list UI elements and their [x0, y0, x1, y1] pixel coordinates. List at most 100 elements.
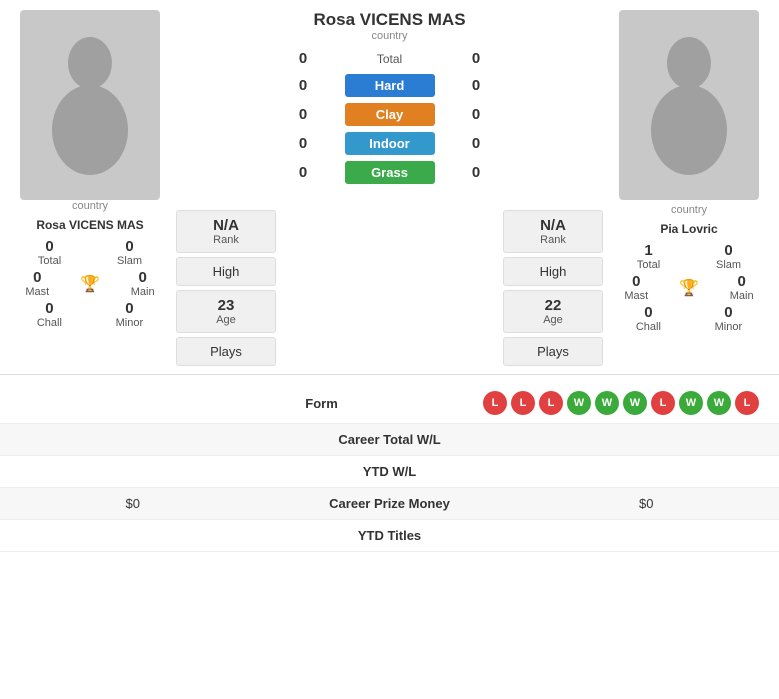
player1-card: country Rosa VICENS MAS 0 Total 0 Slam 0 …	[10, 10, 170, 329]
career-total-row: Career Total W/L	[0, 424, 779, 456]
player1-main-lbl: Main	[131, 286, 155, 298]
player2-mast-val: 0	[624, 273, 648, 290]
indoor-score-left: 0	[288, 135, 318, 152]
clay-surface-btn: Clay	[345, 103, 435, 126]
career-prize-label: Career Prize Money	[160, 496, 619, 511]
player2-trophy-icon: 🏆	[679, 278, 699, 298]
player1-career-prize: $0	[20, 496, 160, 511]
hard-surface-btn: Hard	[345, 74, 435, 97]
player2-age-box: 22 Age	[503, 290, 603, 333]
player1-total-stat: 0 Total	[38, 238, 61, 267]
form-badge-w: W	[707, 391, 731, 415]
total-score-right: 0	[461, 50, 491, 67]
player1-name-top: Rosa VICENS MAS	[313, 10, 465, 30]
player1-chall-val: 0	[37, 300, 62, 317]
player1-age-box: 23 Age	[176, 290, 276, 333]
player1-name-below: Rosa VICENS MAS	[36, 218, 143, 232]
player2-slam-stat: 0 Slam	[716, 242, 741, 271]
player1-age-lbl: Age	[185, 314, 267, 326]
ytd-titles-row: YTD Titles	[0, 520, 779, 552]
form-badge-w: W	[679, 391, 703, 415]
player2-chall-val: 0	[636, 304, 661, 321]
form-badge-w: W	[595, 391, 619, 415]
player2-rank-val: N/A	[512, 217, 594, 234]
player1-level-box: High	[176, 257, 276, 286]
player2-age-lbl: Age	[512, 314, 594, 326]
form-badge-w: W	[567, 391, 591, 415]
center-column: Rosa VICENS MAS country 0 Total 0 0 Hard…	[282, 10, 497, 187]
player2-total-val: 1	[637, 242, 660, 259]
player2-mast-stat: 0 Mast	[624, 273, 648, 302]
player1-main-val: 0	[131, 269, 155, 286]
player1-level-val: High	[213, 264, 240, 279]
player1-rank-lbl: Rank	[185, 234, 267, 246]
player2-name-below: Pia Lovric	[660, 222, 717, 236]
player2-level-val: High	[540, 264, 567, 279]
total-score-left: 0	[288, 50, 318, 67]
player2-chall-stat: 0 Chall	[636, 304, 661, 333]
player1-chall-lbl: Chall	[37, 317, 62, 329]
player1-slam-val: 0	[117, 238, 142, 255]
player2-slam-val: 0	[716, 242, 741, 259]
hard-score-left: 0	[288, 77, 318, 94]
player1-main-stat: 0 Main	[131, 269, 155, 298]
player2-rank-box: N/A Rank	[503, 210, 603, 253]
player2-main-stat: 0 Main	[730, 273, 754, 302]
player1-name-top-area: Rosa VICENS MAS country	[282, 10, 497, 42]
player2-country: country	[671, 204, 707, 216]
player1-rank-val: N/A	[185, 217, 267, 234]
player1-slam-lbl: Slam	[117, 255, 142, 267]
player1-trophy-icon: 🏆	[80, 274, 100, 294]
player1-mast-stat: 0 Mast	[25, 269, 49, 298]
form-badge-l: L	[511, 391, 535, 415]
grass-score-left: 0	[288, 164, 318, 181]
grass-surface-btn: Grass	[345, 161, 435, 184]
player1-chall-stat: 0 Chall	[37, 300, 62, 329]
player2-total-lbl: Total	[637, 259, 660, 271]
career-total-label: Career Total W/L	[160, 432, 619, 447]
player1-total-val: 0	[38, 238, 61, 255]
form-badge-l: L	[651, 391, 675, 415]
player2-slam-lbl: Slam	[716, 259, 741, 271]
grass-score-right: 0	[461, 164, 491, 181]
player1-country: country	[72, 200, 108, 212]
form-row: Form LLLWWWLWWL	[0, 383, 779, 424]
player1-plays-box: Plays	[176, 337, 276, 366]
player1-minor-stat: 0 Minor	[116, 300, 144, 329]
player1-mast-lbl: Mast	[25, 286, 49, 298]
ytd-wl-row: YTD W/L	[0, 456, 779, 488]
ytd-titles-label: YTD Titles	[160, 528, 619, 543]
form-badge-l: L	[483, 391, 507, 415]
player2-info-col: N/A Rank High 22 Age Plays	[503, 210, 603, 366]
player2-minor-val: 0	[715, 304, 743, 321]
player2-minor-lbl: Minor	[715, 321, 743, 333]
player2-avatar	[619, 10, 759, 200]
form-badge-l: L	[539, 391, 563, 415]
player2-minor-stat: 0 Minor	[715, 304, 743, 333]
player1-mast-val: 0	[25, 269, 49, 286]
player1-country-top: country	[371, 30, 407, 42]
player1-avatar	[20, 10, 160, 200]
player1-age-val: 23	[185, 297, 267, 314]
indoor-score-right: 0	[461, 135, 491, 152]
player2-level-box: High	[503, 257, 603, 286]
player1-rank-box: N/A Rank	[176, 210, 276, 253]
player2-mast-lbl: Mast	[624, 290, 648, 302]
player2-plays-box: Plays	[503, 337, 603, 366]
player1-slam-stat: 0 Slam	[117, 238, 142, 267]
form-label: Form	[160, 396, 483, 411]
form-badge-l: L	[735, 391, 759, 415]
ytd-wl-label: YTD W/L	[160, 464, 619, 479]
form-badge-w: W	[623, 391, 647, 415]
player1-total-lbl: Total	[38, 255, 61, 267]
total-score-label: Total	[318, 52, 461, 66]
form-badges: LLLWWWLWWL	[483, 391, 759, 415]
player2-chall-lbl: Chall	[636, 321, 661, 333]
player1-minor-lbl: Minor	[116, 317, 144, 329]
career-prize-row: $0 Career Prize Money $0	[0, 488, 779, 520]
player2-plays-val: Plays	[537, 344, 569, 359]
player2-rank-lbl: Rank	[512, 234, 594, 246]
player1-plays-val: Plays	[210, 344, 242, 359]
player1-minor-val: 0	[116, 300, 144, 317]
player1-info-col: N/A Rank High 23 Age Plays	[176, 210, 276, 366]
